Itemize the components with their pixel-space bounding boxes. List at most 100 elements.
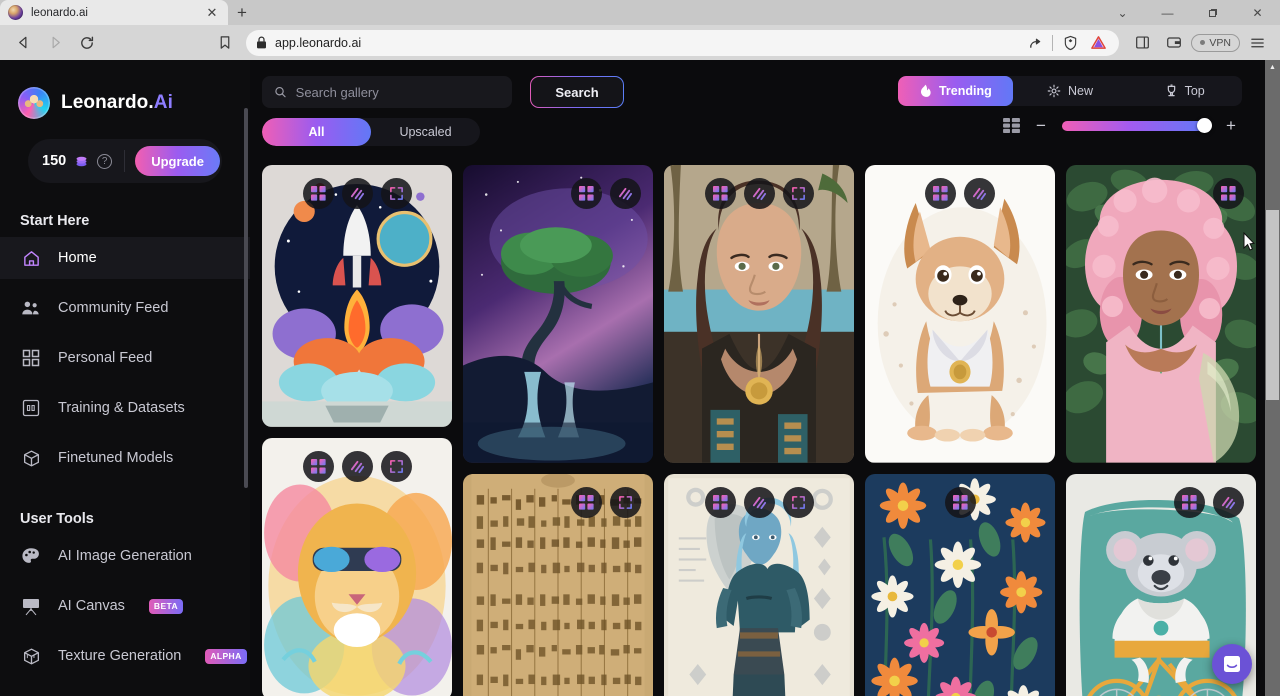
sidebar-item-community-feed[interactable]: Community Feed xyxy=(0,287,250,329)
card-actions xyxy=(1066,486,1256,518)
sidebar-item-texture-generation[interactable]: Texture Generation ALPHA xyxy=(0,635,250,677)
sort-tab-new[interactable]: New xyxy=(1013,76,1128,106)
variations-icon[interactable] xyxy=(944,486,976,518)
variations-icon[interactable] xyxy=(925,178,956,209)
forward-icon xyxy=(40,29,70,57)
card-actions xyxy=(1066,178,1256,209)
vpn-status-dot xyxy=(1200,40,1206,45)
back-icon[interactable] xyxy=(8,29,38,57)
lock-icon xyxy=(257,36,266,49)
zoom-controls: − + xyxy=(898,117,1242,134)
expand-icon[interactable] xyxy=(380,450,412,482)
expand-icon[interactable] xyxy=(782,178,814,209)
gallery-card[interactable] xyxy=(262,165,452,427)
gallery-card[interactable] xyxy=(664,473,854,696)
upscale-icon[interactable] xyxy=(610,178,641,209)
sidebar-item-home[interactable]: Home xyxy=(0,237,250,279)
hamburger-menu-icon[interactable] xyxy=(1242,29,1272,57)
intercom-chat-icon[interactable] xyxy=(1212,644,1252,684)
leonardo-logo-icon xyxy=(18,87,50,119)
variations-icon[interactable] xyxy=(704,486,736,518)
question-mark-icon[interactable]: ? xyxy=(97,153,113,169)
expand-icon[interactable] xyxy=(610,486,641,518)
gallery-card[interactable] xyxy=(865,473,1055,696)
card-actions xyxy=(865,178,1055,209)
layout-density-icon[interactable] xyxy=(1003,118,1020,133)
expand-icon[interactable] xyxy=(380,178,412,209)
gallery-card[interactable] xyxy=(262,437,452,696)
close-window-button[interactable]: ✕ xyxy=(1235,0,1280,25)
sidebar-item-badge: ALPHA xyxy=(205,648,247,664)
zoom-slider-knob[interactable] xyxy=(1197,117,1212,133)
brand-logo-block[interactable]: Leonardo.Ai xyxy=(0,60,250,119)
divider xyxy=(124,150,126,172)
trophy-icon xyxy=(1167,84,1175,97)
sidebar-item-training-datasets[interactable]: Training & Datasets xyxy=(0,387,250,429)
browser-tab[interactable]: leonardo.ai ✕ xyxy=(0,0,228,25)
tab-strip: leonardo.ai ✕ + ⌄ — ✕ xyxy=(0,0,1280,25)
new-tab-button[interactable]: + xyxy=(228,0,256,25)
minimize-button[interactable]: — xyxy=(1145,0,1190,25)
grid-four-icon xyxy=(20,347,42,369)
cube-icon xyxy=(20,447,42,469)
home-icon xyxy=(20,247,42,269)
brave-wallet-icon[interactable] xyxy=(1159,29,1189,57)
variations-icon[interactable] xyxy=(1213,178,1244,209)
sidebar-item-ai-image-generation[interactable]: AI Image Generation xyxy=(0,535,250,577)
gallery-card[interactable] xyxy=(1066,165,1256,463)
variations-icon[interactable] xyxy=(571,178,602,209)
search-icon xyxy=(275,86,286,98)
upscale-icon[interactable] xyxy=(743,178,775,209)
vpn-toggle[interactable]: VPN xyxy=(1191,33,1240,52)
address-bar[interactable]: app.leonardo.ai xyxy=(246,29,1120,57)
upscale-icon[interactable] xyxy=(964,178,995,209)
upscale-icon[interactable] xyxy=(341,450,373,482)
sidebar-item-personal-feed[interactable]: Personal Feed xyxy=(0,337,250,379)
variations-icon[interactable] xyxy=(1174,486,1205,518)
brand-name: Leonardo.Ai xyxy=(61,92,173,114)
search-input[interactable] xyxy=(295,84,500,100)
upscale-icon[interactable] xyxy=(341,178,373,209)
variations-icon[interactable] xyxy=(302,450,334,482)
share-icon[interactable] xyxy=(1024,29,1046,57)
sidebar-scrollbar[interactable] xyxy=(244,108,248,488)
sidebar-panel-icon[interactable] xyxy=(1127,29,1157,57)
sort-tab-trending[interactable]: Trending xyxy=(898,76,1013,106)
zoom-slider-track xyxy=(1062,120,1210,131)
gallery-card[interactable] xyxy=(664,165,854,463)
gallery-card[interactable] xyxy=(865,165,1055,463)
brave-shields-icon[interactable] xyxy=(1059,29,1081,57)
bookmark-icon[interactable] xyxy=(210,29,240,57)
expand-icon[interactable] xyxy=(782,486,814,518)
page-scrollbar-thumb[interactable] xyxy=(1266,210,1279,400)
upgrade-button[interactable]: Upgrade xyxy=(135,146,220,176)
search-input-wrapper[interactable] xyxy=(262,76,512,108)
filter-tab-upscaled[interactable]: Upscaled xyxy=(371,118,480,146)
upscale-icon[interactable] xyxy=(1213,486,1244,518)
reload-icon[interactable] xyxy=(72,29,102,57)
gallery-grid xyxy=(260,165,1256,696)
sidebar-item-finetuned-models[interactable]: Finetuned Models xyxy=(0,437,250,479)
search-button[interactable]: Search xyxy=(530,76,624,108)
gallery-card[interactable] xyxy=(463,473,653,696)
brave-leo-icon[interactable] xyxy=(1087,29,1109,57)
variations-icon[interactable] xyxy=(571,486,602,518)
upscale-icon[interactable] xyxy=(743,486,775,518)
zoom-slider[interactable] xyxy=(1062,117,1212,133)
page-scrollbar-track[interactable]: ▲ xyxy=(1265,60,1280,696)
sidebar-item-ai-canvas[interactable]: AI Canvas BETA xyxy=(0,585,250,627)
sort-tab-top[interactable]: Top xyxy=(1127,76,1242,106)
zoom-out-button[interactable]: − xyxy=(1034,117,1048,134)
chevron-down-icon[interactable]: ⌄ xyxy=(1100,0,1145,25)
maximize-button[interactable] xyxy=(1190,0,1235,25)
sort-controls: Trending New Top − + xyxy=(898,76,1242,134)
zoom-in-button[interactable]: + xyxy=(1224,117,1238,134)
gallery-card[interactable] xyxy=(463,165,653,463)
variations-icon[interactable] xyxy=(302,178,334,209)
card-actions xyxy=(262,178,452,209)
variations-icon[interactable] xyxy=(704,178,736,209)
sidebar-item-label: Home xyxy=(58,250,97,266)
scroll-up-arrow-icon[interactable]: ▲ xyxy=(1265,60,1280,75)
close-icon[interactable]: ✕ xyxy=(204,5,220,21)
filter-tab-all[interactable]: All xyxy=(262,118,371,146)
